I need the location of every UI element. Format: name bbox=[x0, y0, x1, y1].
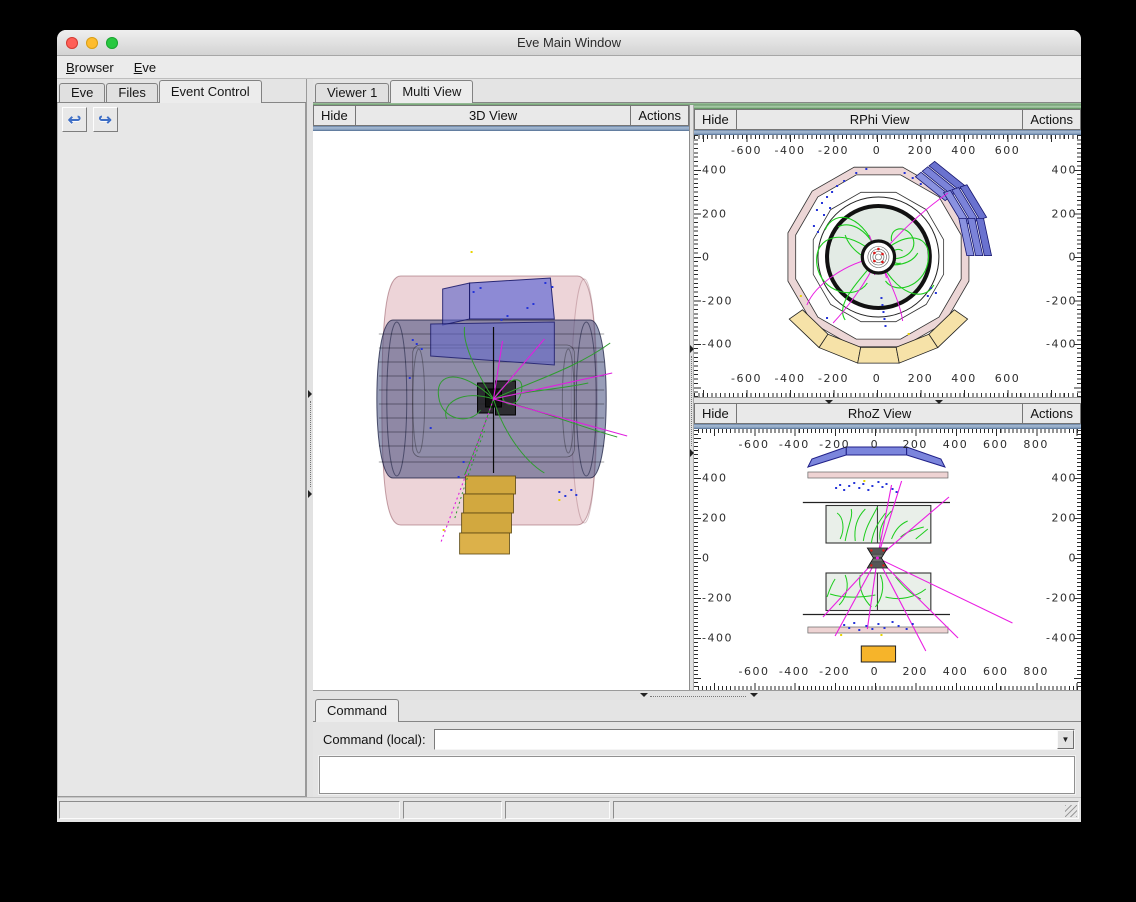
viewer-tab-row: Viewer 1 Multi View bbox=[313, 79, 1081, 103]
tab-viewer-1[interactable]: Viewer 1 bbox=[315, 83, 389, 102]
rhoz-title: RhoZ View bbox=[737, 403, 1023, 424]
command-combobox[interactable]: ▼ bbox=[434, 729, 1075, 750]
rhoz-actions-button[interactable]: Actions bbox=[1022, 403, 1081, 424]
command-splitter[interactable] bbox=[313, 690, 1081, 700]
resize-grip-icon[interactable] bbox=[1065, 805, 1077, 817]
rhoz-hide-button[interactable]: Hide bbox=[694, 403, 737, 424]
next-event-button[interactable]: ↪ bbox=[93, 107, 118, 132]
command-area: Command Command (local): ▼ bbox=[313, 700, 1081, 797]
splitter-collapse-icon[interactable] bbox=[308, 490, 312, 498]
command-dropdown-button[interactable]: ▼ bbox=[1057, 730, 1074, 749]
left-panel: Eve Files Event Control ↩ ↪ bbox=[57, 79, 306, 797]
rphi-canvas[interactable]: -600-400-2000200400600 -600-400-20002004… bbox=[694, 135, 1081, 397]
splitter-collapse-icon[interactable] bbox=[935, 400, 943, 404]
back-arrow-icon: ↩ bbox=[68, 110, 81, 130]
close-button[interactable] bbox=[66, 37, 78, 49]
traffic-lights bbox=[66, 37, 118, 49]
view3d-actions-button[interactable]: Actions bbox=[630, 105, 689, 126]
command-prompt-label: Command (local): bbox=[323, 732, 426, 747]
splitter-dots bbox=[835, 403, 931, 404]
status-segment bbox=[613, 801, 1079, 819]
left-splitter[interactable] bbox=[306, 79, 313, 797]
rphi-detector-figure bbox=[694, 135, 1081, 397]
rhoz-detector-figure bbox=[694, 429, 1081, 690]
status-bar bbox=[57, 797, 1081, 822]
detector-3d-figure bbox=[313, 131, 689, 690]
view3d-hide-button[interactable]: Hide bbox=[313, 105, 356, 126]
left-tab-row: Eve Files Event Control bbox=[57, 79, 306, 103]
splitter-collapse-icon[interactable] bbox=[825, 400, 833, 404]
menu-eve[interactable]: Eve bbox=[134, 60, 156, 75]
tab-multi-view[interactable]: Multi View bbox=[390, 80, 473, 103]
splitter-dots bbox=[650, 696, 746, 697]
event-control-panel: ↩ ↪ bbox=[57, 103, 306, 797]
previous-event-button[interactable]: ↩ bbox=[62, 107, 87, 132]
view3d-header: Hide 3D View Actions bbox=[313, 105, 689, 126]
pane-3d-view: Hide 3D View Actions bbox=[313, 105, 690, 690]
rphi-rhoz-splitter[interactable] bbox=[694, 397, 1081, 403]
rphi-hide-button[interactable]: Hide bbox=[694, 109, 737, 130]
minimize-button[interactable] bbox=[86, 37, 98, 49]
rphi-header: Hide RPhi View Actions bbox=[694, 109, 1081, 130]
command-tab-row: Command bbox=[313, 700, 1081, 722]
rphi-actions-button[interactable]: Actions bbox=[1022, 109, 1081, 130]
tab-eve[interactable]: Eve bbox=[59, 83, 105, 102]
splitter-dots bbox=[691, 356, 692, 446]
chevron-down-icon: ▼ bbox=[1062, 735, 1070, 744]
title-bar[interactable]: Eve Main Window bbox=[57, 30, 1081, 56]
status-segment bbox=[59, 801, 400, 819]
status-segment bbox=[403, 801, 502, 819]
tab-command[interactable]: Command bbox=[315, 699, 399, 722]
status-segment bbox=[505, 801, 610, 819]
tab-files[interactable]: Files bbox=[106, 83, 157, 102]
window-title: Eve Main Window bbox=[517, 35, 621, 50]
eve-main-window: Eve Main Window Browser Eve Eve Files Ev… bbox=[57, 30, 1081, 822]
splitter-collapse-icon[interactable] bbox=[640, 693, 648, 697]
view3d-canvas[interactable] bbox=[313, 131, 689, 690]
zoom-button[interactable] bbox=[106, 37, 118, 49]
view3d-title: 3D View bbox=[356, 105, 631, 126]
rhoz-header: Hide RhoZ View Actions bbox=[694, 403, 1081, 424]
command-output[interactable] bbox=[319, 756, 1075, 794]
rhoz-canvas[interactable]: -600-400-2000200400600800 -600-400-20002… bbox=[694, 429, 1081, 690]
command-input[interactable] bbox=[435, 730, 1057, 749]
menu-browser[interactable]: Browser bbox=[66, 60, 114, 75]
splitter-collapse-icon[interactable] bbox=[308, 390, 312, 398]
tab-event-control[interactable]: Event Control bbox=[159, 80, 262, 103]
rphi-title: RPhi View bbox=[737, 109, 1023, 130]
menu-bar: Browser Eve bbox=[57, 56, 1081, 79]
splitter-dots bbox=[310, 401, 311, 487]
forward-arrow-icon: ↪ bbox=[98, 110, 111, 130]
splitter-collapse-icon[interactable] bbox=[750, 693, 758, 697]
